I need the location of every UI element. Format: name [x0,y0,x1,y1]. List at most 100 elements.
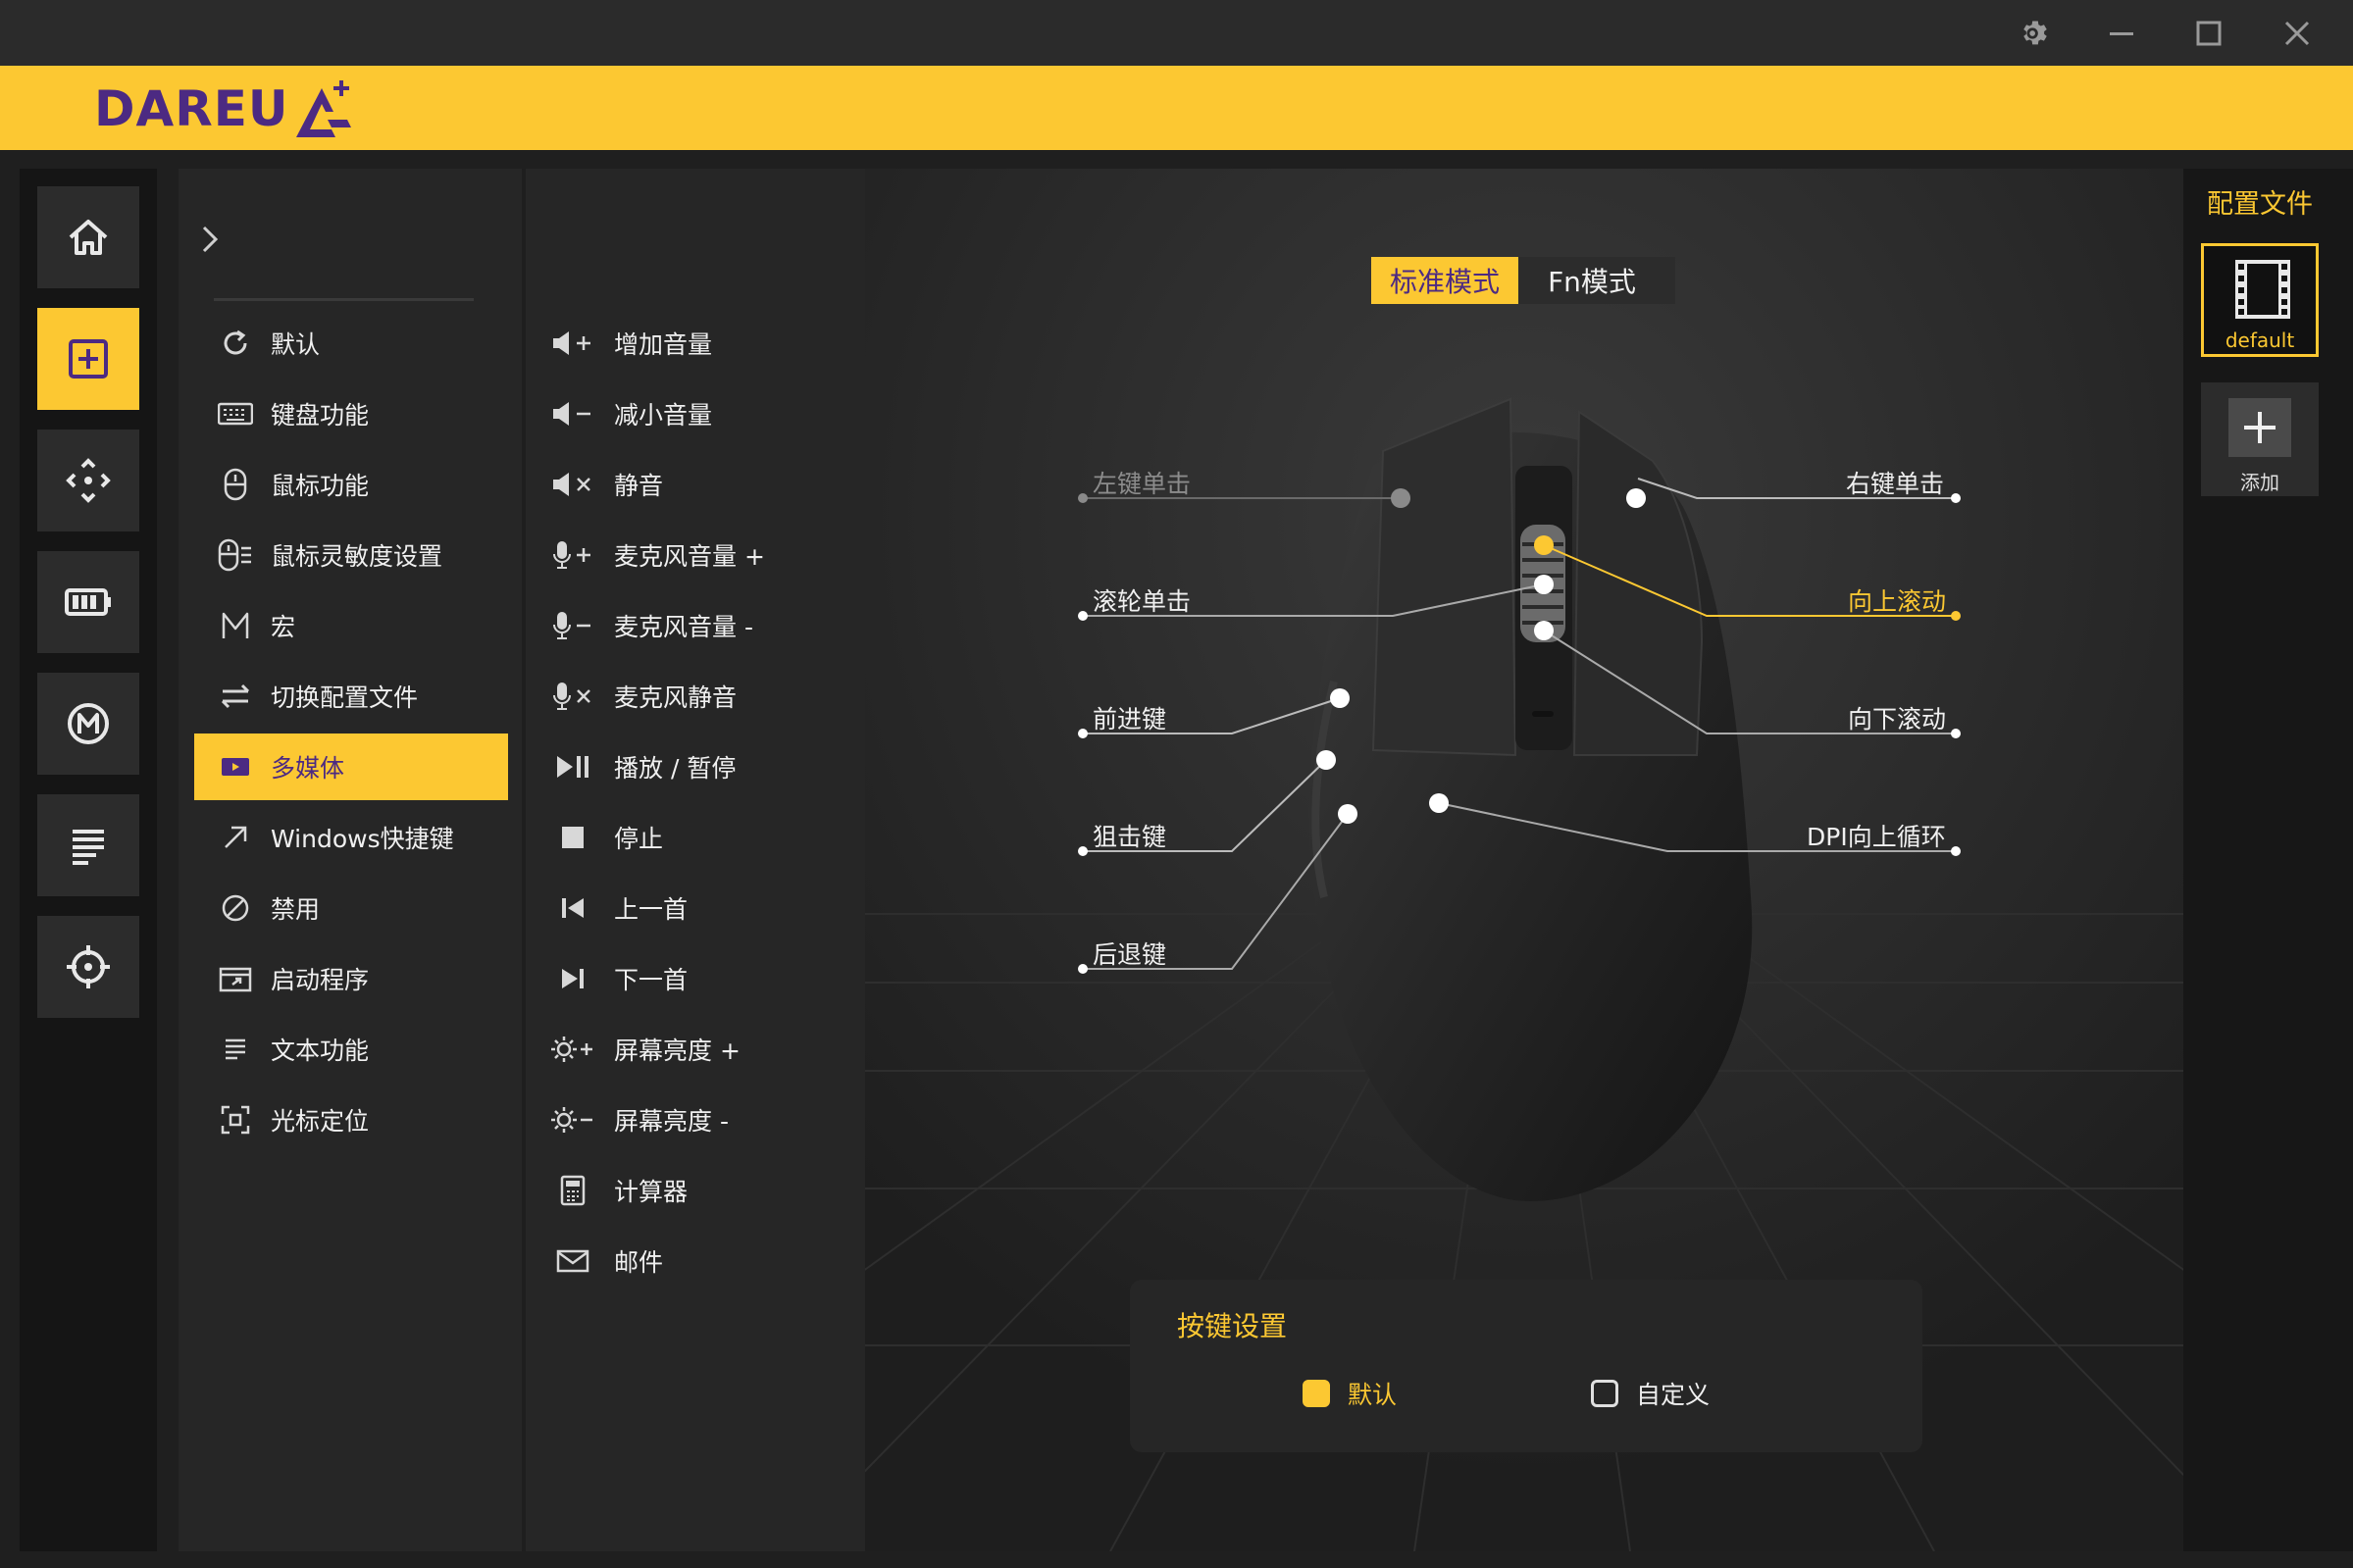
mute-icon [549,465,596,504]
media-item-label: 屏幕亮度 + [614,1037,741,1065]
label-dpi-up[interactable]: DPI向上循环 [1807,818,1946,853]
label-scroll-down[interactable]: 向下滚动 [1848,700,1946,735]
key-setting-custom-option[interactable]: 自定义 [1591,1376,1710,1411]
media-item-next[interactable]: 下一首 [549,949,863,1008]
func-item-multimedia[interactable]: 多媒体 [194,733,508,800]
media-item-calculator[interactable]: 计算器 [549,1161,863,1220]
tab-standard-mode[interactable]: 标准模式 [1371,257,1518,304]
tab-fn-mode[interactable]: Fn模式 [1518,257,1665,304]
divider [214,298,474,301]
brightness-down-icon [549,1100,596,1139]
func-item-keyboard[interactable]: 键盘功能 [194,380,508,447]
profile-card-default[interactable]: default [2201,243,2319,357]
media-item-label: 计算器 [614,1178,689,1206]
media-item-mic-mute[interactable]: 麦克风静音 [549,667,863,726]
func-item-label: 切换配置文件 [271,683,419,712]
func-item-windows-shortcut[interactable]: Windows快捷键 [194,804,508,871]
func-item-label: 光标定位 [271,1107,370,1136]
prev-icon [549,888,596,928]
profile-name: default [2225,329,2295,352]
add-profile-button[interactable]: 添加 [2201,382,2319,496]
mic-mute-icon [549,677,596,716]
func-item-disable[interactable]: 禁用 [194,875,508,941]
label-scroll-up[interactable]: 向上滚动 [1848,582,1946,618]
key-settings-panel: 按键设置 默认 自定义 [1130,1280,1922,1452]
media-item-label: 屏幕亮度 - [614,1107,729,1136]
label-forward[interactable]: 前进键 [1093,700,1166,735]
media-item-mic-up[interactable]: 麦克风音量 + [549,526,863,584]
brand-name: DAREU [94,80,289,137]
func-item-switch-profile[interactable]: 切换配置文件 [194,663,508,730]
cursor-pos-icon [214,1098,257,1141]
media-item-mail[interactable]: 邮件 [549,1232,863,1290]
macro-icon[interactable] [37,673,139,775]
list-icon[interactable] [37,794,139,896]
media-item-play-pause[interactable]: 播放 / 暂停 [549,737,863,796]
media-item-mute[interactable]: 静音 [549,455,863,514]
gear-icon[interactable] [2006,10,2065,57]
media-item-mic-down[interactable]: 麦克风音量 - [549,596,863,655]
plus-icon [2228,398,2291,457]
title-bar [0,0,2353,66]
maximize-icon[interactable] [2179,10,2238,57]
media-item-label: 麦克风音量 - [614,613,753,641]
next-icon [549,959,596,998]
key-settings-title: 按键设置 [1177,1310,1288,1342]
func-item-sensitivity[interactable]: 鼠标灵敏度设置 [194,522,508,588]
media-item-brightness-up[interactable]: 屏幕亮度 + [549,1020,863,1079]
func-item-label: Windows快捷键 [271,825,454,853]
func-item-label: 禁用 [271,895,321,924]
func-item-default[interactable]: 默认 [194,310,508,377]
macro-m-icon [214,604,257,647]
close-icon[interactable] [2268,10,2327,57]
media-item-label: 邮件 [614,1248,664,1277]
checkbox-unchecked-icon[interactable] [1591,1380,1618,1407]
move-icon[interactable] [37,430,139,531]
func-item-label: 文本功能 [271,1037,370,1065]
media-item-brightness-down[interactable]: 屏幕亮度 - [549,1090,863,1149]
func-item-label: 多媒体 [271,754,345,783]
play-pause-icon [549,747,596,786]
key-setting-default-label: 默认 [1348,1381,1398,1409]
label-back[interactable]: 后退键 [1093,936,1166,971]
key-setting-custom-label: 自定义 [1636,1381,1711,1409]
label-sniper[interactable]: 狙击键 [1093,818,1166,853]
brightness-up-icon [549,1030,596,1069]
mic-down-icon [549,606,596,645]
reset-icon [214,322,257,365]
profiles-panel [2183,169,2353,1551]
chevron-right-icon[interactable] [196,218,226,261]
checkbox-checked-icon[interactable] [1303,1380,1330,1407]
func-item-mouse[interactable]: 鼠标功能 [194,451,508,518]
func-item-label: 鼠标灵敏度设置 [271,542,443,571]
media-item-label: 上一首 [614,895,689,924]
battery-icon[interactable] [37,551,139,653]
multimedia-icon [214,745,257,788]
home-icon[interactable] [37,186,139,288]
crosshair-icon[interactable] [37,916,139,1018]
callout-lines [1078,478,1961,974]
media-item-prev[interactable]: 上一首 [549,879,863,937]
media-item-volume-up[interactable]: 增加音量 [549,314,863,373]
label-right-click[interactable]: 右键单击 [1846,465,1944,500]
func-item-cursor-position[interactable]: 光标定位 [194,1087,508,1153]
column-divider [522,169,526,1551]
key-assign-icon[interactable] [37,308,139,410]
minimize-icon[interactable] [2092,10,2151,57]
func-item-text[interactable]: 文本功能 [194,1016,508,1083]
keyboard-icon [214,392,257,435]
label-left-click[interactable]: 左键单击 [1093,465,1191,500]
func-item-launch-program[interactable]: 启动程序 [194,945,508,1012]
label-wheel-click[interactable]: 滚轮单击 [1093,582,1191,618]
volume-down-icon [549,394,596,433]
brand-a-plus-icon [296,80,352,137]
key-setting-default-option[interactable]: 默认 [1303,1376,1397,1411]
launch-icon [214,957,257,1000]
profiles-title: 配置文件 [2207,189,2313,220]
media-item-volume-down[interactable]: 减小音量 [549,384,863,443]
media-item-stop[interactable]: 停止 [549,808,863,867]
func-item-macro[interactable]: 宏 [194,592,508,659]
func-item-label: 默认 [271,330,321,359]
media-item-label: 静音 [614,472,664,500]
func-item-label: 键盘功能 [271,401,370,430]
